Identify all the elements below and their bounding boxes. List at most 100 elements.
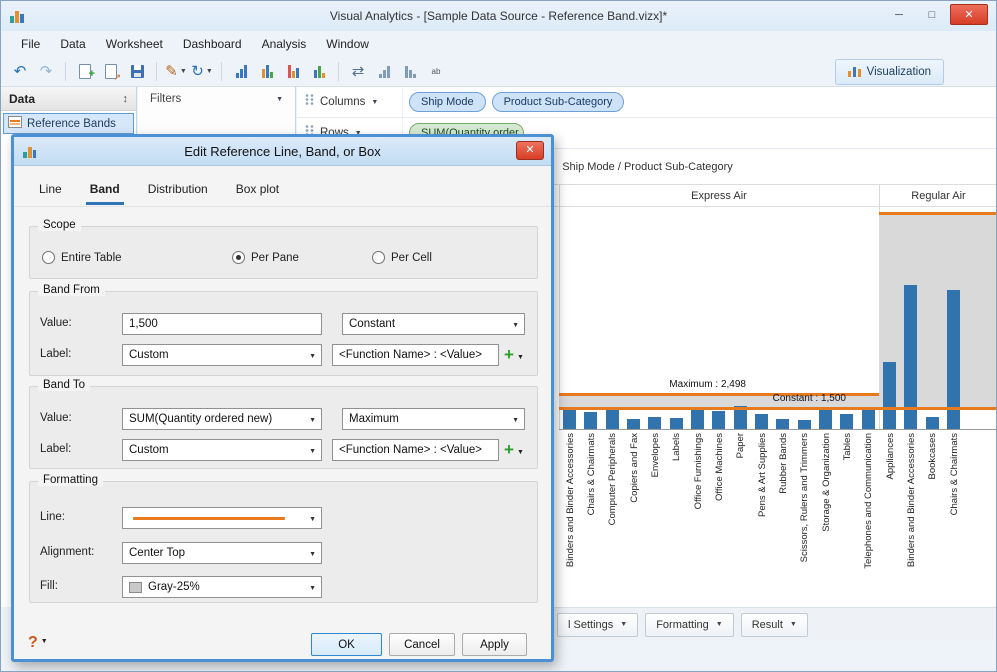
save-icon <box>130 65 144 78</box>
category-label: Telephones and Communication <box>863 433 875 569</box>
radio-entire-table[interactable]: Entire Table <box>42 251 122 264</box>
pill-ship-mode[interactable]: Ship Mode <box>409 92 486 112</box>
band-to-add-label-button[interactable]: + ▼ <box>504 440 524 460</box>
category-label: Office Furnishings <box>692 433 704 510</box>
bar-appliances[interactable] <box>883 362 897 429</box>
ok-button[interactable]: OK <box>311 633 382 656</box>
menu-file[interactable]: File <box>11 33 50 55</box>
bar-computer-peripherals[interactable] <box>605 406 619 429</box>
refresh-button[interactable]: ↻ ▼ <box>190 60 214 84</box>
bar-pens-art-supplies[interactable] <box>755 413 769 429</box>
redo-icon: ↷ <box>39 63 53 80</box>
apply-button[interactable]: Apply <box>462 633 527 656</box>
menu-data[interactable]: Data <box>50 33 95 55</box>
cancel-button[interactable]: Cancel <box>389 633 455 656</box>
columns-shelf-label-zone[interactable]: Columns ▼ <box>297 87 403 117</box>
save-button[interactable] <box>125 60 149 84</box>
fill-select[interactable]: Gray-25% ▼ <box>122 576 322 598</box>
plus-icon: + <box>504 440 514 459</box>
bottom-tab-result[interactable]: Result ▼ <box>740 612 808 637</box>
sort-toggle-icon[interactable]: ↕ <box>123 93 129 105</box>
dialog-tab-band[interactable]: Band <box>82 177 128 205</box>
labels-button[interactable] <box>307 60 331 84</box>
band-to-value-select[interactable]: SUM(Quantity ordered new) ▼ <box>122 408 322 430</box>
band-from-aggregation-select[interactable]: Constant ▼ <box>342 313 525 335</box>
sort-descending-button[interactable] <box>398 60 422 84</box>
dialog-title: Edit Reference Line, Band, or Box <box>184 144 381 159</box>
bar-office-machines[interactable] <box>712 410 726 429</box>
close-button[interactable]: ✕ <box>950 4 988 25</box>
bar-bookcases[interactable] <box>925 416 939 429</box>
radio-dot-icon <box>232 251 245 264</box>
bar-scissors-rulers-and-trimmers[interactable] <box>797 419 811 429</box>
band-from-value-input[interactable] <box>122 313 322 335</box>
menu-worksheet[interactable]: Worksheet <box>96 33 173 55</box>
swap-axes-button[interactable]: ⇄ <box>346 60 370 84</box>
band-to-group: Band To Value: SUM(Quantity ordered new)… <box>29 379 538 469</box>
data-panel-header[interactable]: Data ↕ <box>1 87 136 111</box>
refresh-icon: ↻ <box>191 63 204 80</box>
dialog-tab-distribution[interactable]: Distribution <box>140 177 216 205</box>
band-to-label-row: Label: Custom ▼ + ▼ <box>30 439 537 461</box>
radio-label: Entire Table <box>61 251 122 264</box>
dialog-tab-line[interactable]: Line <box>31 177 70 205</box>
highlight-button[interactable] <box>281 60 305 84</box>
bar-storage-organization[interactable] <box>819 408 833 429</box>
band-to-label-mode-select[interactable]: Custom ▼ <box>122 439 322 461</box>
redo-button[interactable]: ↷ <box>34 60 58 84</box>
duplicate-button[interactable] <box>99 60 123 84</box>
maximize-button[interactable]: □ <box>917 4 947 25</box>
band-from-label-format-input[interactable] <box>332 344 499 366</box>
visualization-icon <box>847 65 861 80</box>
radio-per-pane[interactable]: Per Pane <box>232 251 299 264</box>
bottom-tab-l-settings[interactable]: l Settings ▼ <box>557 612 639 637</box>
menu-dashboard[interactable]: Dashboard <box>173 33 252 55</box>
visualization-tab[interactable]: Visualization <box>834 59 944 85</box>
bar-office-furnishings[interactable] <box>691 409 705 429</box>
band-from-label-mode-select[interactable]: Custom ▼ <box>122 344 322 366</box>
text-labels-button[interactable]: ab <box>424 60 448 84</box>
bar-chairs-chairmats[interactable] <box>584 411 598 429</box>
bar-labels[interactable] <box>669 417 683 429</box>
category-label: Pens & Art Supplies <box>756 433 768 517</box>
chevron-down-icon: ▼ <box>309 585 316 592</box>
bar-copiers-and-fax[interactable] <box>627 419 641 429</box>
reference-line-label: Constant : 1,500 <box>772 393 846 405</box>
dashboard-button[interactable] <box>255 60 279 84</box>
category-label: Scissors, Rulers and Trimmers <box>799 433 811 563</box>
reference-line <box>879 406 996 410</box>
bar-binders-and-binder-accessories[interactable] <box>563 406 577 429</box>
help-button[interactable]: ? ▼ <box>28 634 48 652</box>
dialog-close-button[interactable]: ✕ <box>516 141 544 160</box>
menu-analysis[interactable]: Analysis <box>252 33 317 55</box>
undo-icon: ↶ <box>13 63 27 80</box>
band-to-label-format-input[interactable] <box>332 439 499 461</box>
reference-bands-item[interactable]: Reference Bands <box>3 113 134 134</box>
sort-ascending-icon <box>378 65 390 78</box>
bar-chart-button[interactable] <box>229 60 253 84</box>
bottom-tab-formatting[interactable]: Formatting ▼ <box>645 612 734 637</box>
bar-tables[interactable] <box>840 414 854 429</box>
chevron-down-icon: ▼ <box>715 621 723 628</box>
menu-window[interactable]: Window <box>316 33 379 55</box>
sort-ascending-button[interactable] <box>372 60 396 84</box>
toolbar-separator <box>156 62 157 81</box>
bar-telephones-and-communication[interactable] <box>861 406 875 429</box>
format-painter-button[interactable]: ✎ ▼ <box>164 60 188 84</box>
pill-product-sub-category[interactable]: Product Sub-Category <box>491 92 625 112</box>
undo-button[interactable]: ↶ <box>8 60 32 84</box>
filters-header[interactable]: Filters ▼ <box>138 87 295 111</box>
bar-envelopes[interactable] <box>648 416 662 429</box>
radio-per-cell[interactable]: Per Cell <box>372 251 432 264</box>
chevron-down-icon: ▼ <box>309 516 316 523</box>
bar-rubber-bands[interactable] <box>776 419 790 429</box>
line-style-select[interactable]: ▼ <box>122 507 322 529</box>
band-from-add-label-button[interactable]: + ▼ <box>504 345 524 365</box>
dialog-tab-box-plot[interactable]: Box plot <box>228 177 287 205</box>
menu-bar: File Data Worksheet Dashboard Analysis Window <box>1 31 996 57</box>
new-worksheet-button[interactable] <box>73 60 97 84</box>
alignment-select[interactable]: Center Top ▼ <box>122 542 322 564</box>
band-to-aggregation-select[interactable]: Maximum ▼ <box>342 408 525 430</box>
minimize-button[interactable]: ─ <box>884 4 914 25</box>
labels-icon <box>313 65 325 78</box>
